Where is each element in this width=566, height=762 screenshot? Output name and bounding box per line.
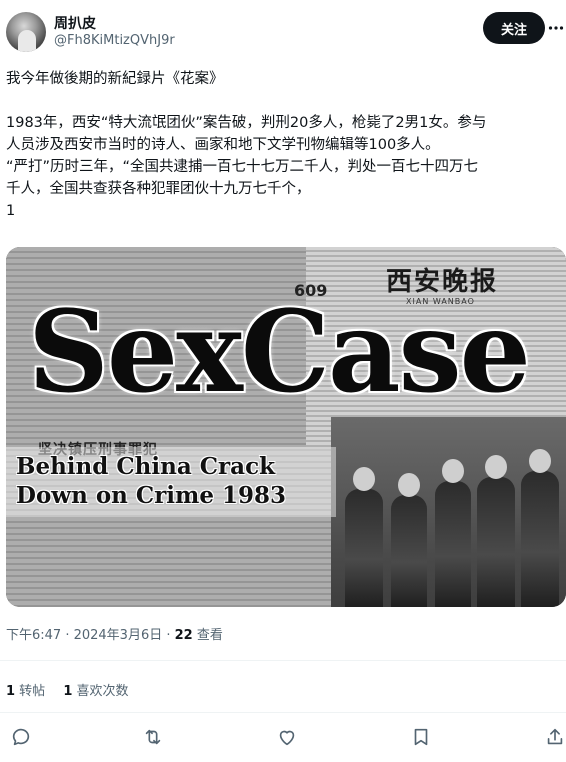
views-count: 22	[174, 628, 193, 643]
views-label: 查看	[192, 628, 223, 643]
tweet-text: 我今年做後期的新紀録片《花案》 1983年，西安“特大流氓团伙”案告破，判刑20…	[6, 68, 562, 222]
tweet-line: 1983年，西安“特大流氓团伙”案告破，判刑20多人，枪毙了2男1女。参与	[6, 115, 487, 131]
engagement-stats: 1 转帖 1 喜欢次数	[6, 680, 143, 699]
user-handle[interactable]: @Fh8KiMtizQVhJ9r	[54, 33, 175, 48]
like-button[interactable]	[276, 726, 298, 748]
avatar[interactable]	[6, 12, 46, 52]
tweet-header: 周扒皮 @Fh8KiMtizQVhJ9r 关注	[0, 0, 566, 64]
bookmark-icon	[414, 728, 428, 746]
tweet-timestamp: 下午6:47 · 2024年3月6日 · 22 查看	[6, 624, 223, 643]
tweet-media-image[interactable]: 609 西安晚报 XIAN WANBAO 坚决镇压刑事罪犯 SexCase Be…	[6, 247, 566, 607]
like-icon	[279, 730, 295, 746]
share-button[interactable]	[544, 726, 566, 748]
reposts-stat[interactable]: 1 转帖	[6, 684, 45, 699]
repost-button[interactable]	[142, 726, 164, 748]
repost-icon	[145, 729, 161, 745]
display-name[interactable]: 周扒皮	[54, 13, 96, 33]
media-title: SexCase	[28, 287, 531, 418]
media-subtitle-line1: Behind China Crack	[16, 453, 276, 480]
more-icon[interactable]	[548, 20, 564, 36]
divider	[0, 712, 566, 713]
reply-icon	[12, 728, 30, 746]
likes-stat[interactable]: 1 喜欢次数	[63, 684, 128, 699]
tweet-line: “严打”历时三年，“全国共逮捕一百七十七万二千人，判处一百七十四万七	[6, 159, 479, 175]
tweet-time[interactable]: 下午6:47 · 2024年3月6日 ·	[6, 628, 175, 643]
reposts-label: 转帖	[15, 684, 46, 699]
group-photo	[331, 417, 566, 607]
tweet-line: 千人，全国共查获各种犯罪团伙十九万七千个，	[6, 181, 311, 197]
action-bar	[0, 726, 566, 752]
tweet-line: 人员涉及西安市当时的诗人、画家和地下文学刊物编辑等100多人。	[6, 137, 440, 153]
reposts-count: 1	[6, 684, 16, 699]
media-subtitle-line2: Down on Crime 1983	[16, 482, 287, 509]
share-icon	[547, 728, 563, 745]
follow-button[interactable]: 关注	[483, 12, 545, 44]
reply-button[interactable]	[10, 726, 32, 748]
bookmark-button[interactable]	[410, 726, 432, 748]
likes-label: 喜欢次数	[72, 684, 129, 699]
divider	[0, 660, 566, 661]
tweet-line: 1	[6, 203, 16, 219]
tweet-line: 我今年做後期的新紀録片《花案》	[6, 71, 224, 87]
